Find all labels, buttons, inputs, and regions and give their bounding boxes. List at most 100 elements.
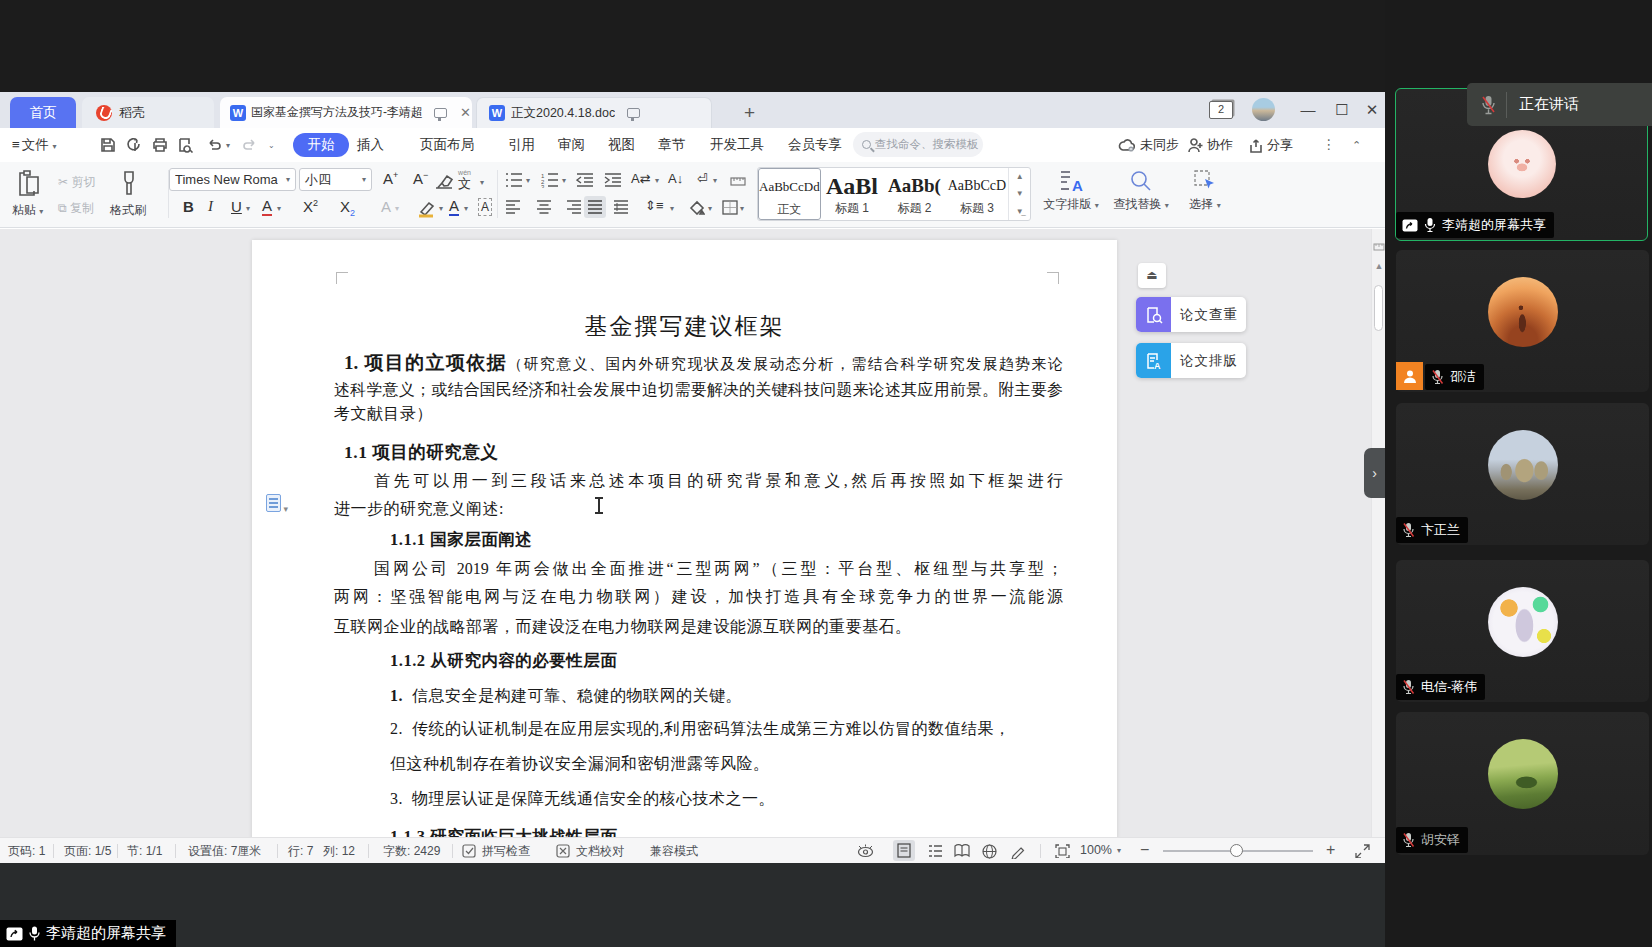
italic-button[interactable]: I [208,198,213,215]
paper-layout-button[interactable]: A 论文排版 [1136,343,1246,378]
pinyin-dropdown[interactable]: ▾ [480,178,484,187]
spellcheck-label[interactable]: 拼写检查 [482,843,530,860]
zoom-level[interactable]: 100% [1080,843,1112,857]
menu-dev-tools[interactable]: 开发工具 [710,133,764,157]
style-heading1[interactable]: AaBl 标题 1 [821,168,884,220]
participant-tile[interactable]: 胡安铎 [1396,712,1649,855]
menu-review[interactable]: 审阅 [558,133,585,157]
style-heading2[interactable]: AaBb( 标题 2 [883,168,946,220]
document-page[interactable] [252,240,1117,929]
fit-page-icon[interactable] [1055,844,1070,858]
menu-insert[interactable]: 插入 [357,133,384,157]
sync-status[interactable]: 未同步 [1140,133,1179,157]
share-label[interactable]: 分享 [1267,133,1293,157]
sidebar-collapse-tab[interactable]: › [1364,448,1385,498]
pinyin-guide-icon[interactable]: wén文 [458,170,471,193]
decrease-indent-icon[interactable] [576,172,594,188]
align-left-icon[interactable] [505,200,521,214]
menu-page-layout[interactable]: 页面布局 [420,133,474,157]
delete-line-dropdown[interactable]: ▾ [277,204,281,213]
paste-options-widget[interactable]: ▾ [266,494,288,514]
menu-home[interactable]: 开始 [293,133,349,157]
decrease-font-icon[interactable]: A− [413,170,428,187]
find-replace-button[interactable]: 查找替换 ▾ [1112,169,1170,213]
participant-tile[interactable]: 邵洁 [1396,250,1649,392]
file-menu[interactable]: ≡ 文件 ▾ [12,133,56,157]
participant-tile[interactable]: 电信-蒋伟 [1396,560,1649,702]
line-spacing-icon[interactable]: ⇕≡ [645,198,663,213]
proofread-icon[interactable] [556,844,570,858]
redo-icon[interactable] [242,137,258,153]
minimize-button[interactable]: — [1298,100,1318,120]
zoom-out-icon[interactable]: − [1140,841,1149,859]
save-icon[interactable] [100,137,116,153]
fullscreen-icon[interactable] [1355,844,1370,858]
sort-icon[interactable]: A↓ [668,171,683,186]
font-color-dropdown[interactable]: ▾ [464,204,468,213]
zoom-in-icon[interactable]: + [1326,841,1335,859]
menu-view[interactable]: 视图 [608,133,635,157]
user-avatar[interactable] [1252,98,1275,121]
cut-button[interactable]: ✂ 剪切 [58,174,95,191]
distribute-icon[interactable] [613,200,629,214]
underline-button[interactable]: U [231,198,242,215]
scroll-up-icon[interactable]: ▲ [1372,261,1386,271]
clear-format-icon[interactable] [434,173,454,189]
collab-label[interactable]: 协作 [1207,133,1233,157]
close-button[interactable]: ✕ [1362,100,1382,120]
zoom-dropdown[interactable]: ▾ [1117,846,1121,855]
style-heading3[interactable]: AaBbCcD 标题 3 [946,168,1009,220]
increase-font-icon[interactable]: A+ [383,170,398,187]
participant-tile[interactable]: 卞正兰 [1396,403,1649,545]
increase-indent-icon[interactable] [604,172,622,188]
proofread-label[interactable]: 文档校对 [576,843,624,860]
more-commands-icon[interactable]: ⌄ [268,141,275,150]
paste-label[interactable]: 粘贴 ▾ [12,202,43,219]
undo-dropdown-icon[interactable]: ▾ [226,141,230,150]
format-painter-label[interactable]: 格式刷 [110,202,146,219]
char-border-icon[interactable]: A [478,198,492,216]
more-menu-icon[interactable]: ⋮ [1322,133,1336,157]
status-word-count[interactable]: 字数: 2429 [383,843,440,860]
align-center-icon[interactable] [536,200,552,214]
share-icon[interactable] [1248,138,1264,153]
style-gallery-arrows[interactable]: ▲▼▼̲ [1008,168,1030,220]
spellcheck-icon[interactable] [462,844,476,858]
new-tab-button[interactable]: + [744,102,755,124]
highlight-icon[interactable] [417,200,437,218]
tab-document-1[interactable]: W 国家基金撰写方法及技巧-李靖超 ✕ [220,97,472,128]
collapse-ribbon-icon[interactable]: ⌃ [1352,133,1361,157]
tab-document-2[interactable]: W 正文2020.4.18.doc [476,97,712,128]
char-shading-icon[interactable]: A [381,198,391,215]
text-layout-button[interactable]: A 文字排版 ▾ [1042,169,1100,213]
preview-icon[interactable] [178,137,194,153]
print-icon[interactable] [152,137,168,153]
undo-icon[interactable] [206,137,222,153]
format-painter-icon[interactable] [118,170,140,196]
pen-mode-icon[interactable] [1010,844,1026,859]
bullet-list-icon[interactable] [505,172,523,188]
maximize-button[interactable]: ☐ [1332,100,1352,120]
eject-tools-button[interactable]: ⏏ [1138,263,1166,288]
char-shading-dropdown[interactable]: ▾ [395,204,399,213]
paste-icon[interactable] [16,169,44,199]
shading-icon[interactable] [688,200,705,215]
scrollbar-thumb[interactable] [1374,285,1383,331]
menu-section[interactable]: 章节 [658,133,685,157]
superscript-icon[interactable]: X2 [303,198,318,215]
subscript-icon[interactable]: X2 [340,198,355,218]
justify-icon[interactable] [584,196,606,218]
book-view-icon[interactable] [954,844,970,858]
font-size-select[interactable]: 小四▾ [299,168,372,191]
align-right-icon[interactable] [566,200,582,214]
border-icon[interactable] [722,200,738,215]
command-search-input[interactable]: 查找命令、搜索模板 [853,132,983,157]
copy-button[interactable]: ⧉ 复制 [58,200,94,217]
paper-check-button[interactable]: 论文查重 [1136,297,1246,332]
export-icon[interactable] [126,137,142,153]
select-button[interactable]: 选择 ▾ [1176,169,1234,213]
document-area[interactable]: 基金撰写建议框架 1. 项目的立项依据（研究意义、国内外研究现状及发展动态分析，… [0,229,1371,929]
menu-references[interactable]: 引用 [508,133,535,157]
underline-dropdown[interactable]: ▾ [246,204,250,213]
zoom-slider-knob[interactable] [1230,844,1243,857]
